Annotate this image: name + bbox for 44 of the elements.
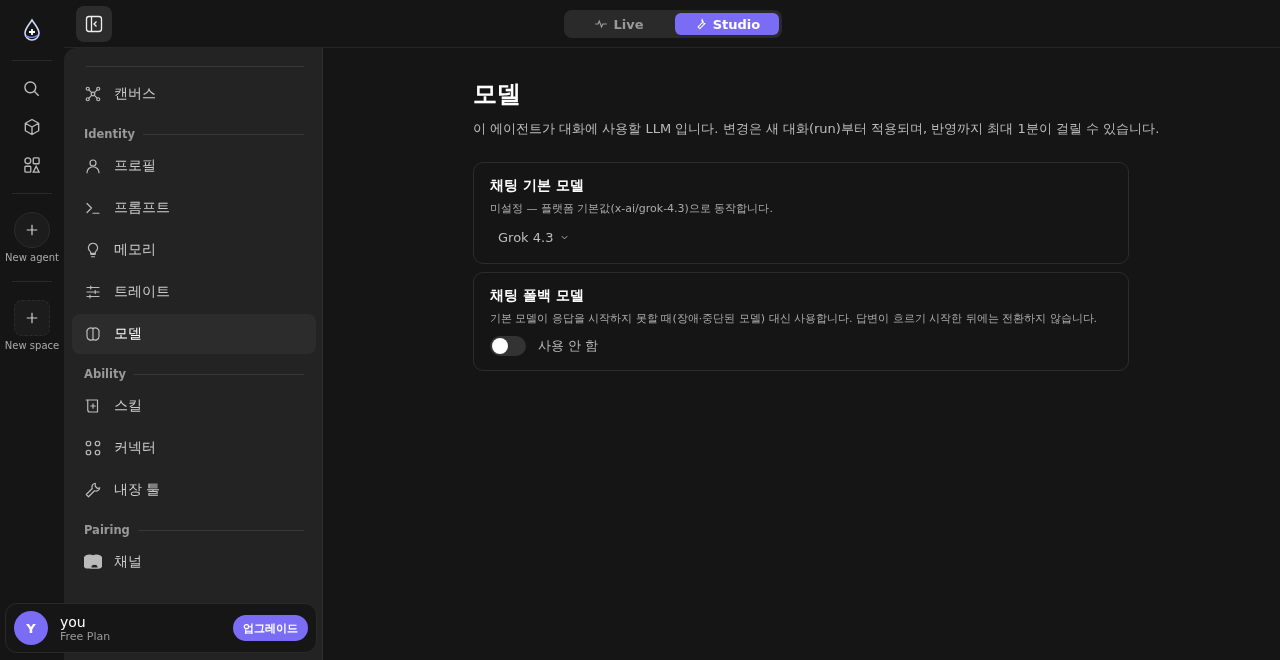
profile-icon [84, 157, 102, 175]
sidebar-item[interactable]: 내장 툴 [72, 470, 316, 510]
toggle-switch[interactable] [490, 336, 526, 356]
user-name: you [60, 613, 87, 630]
sidebar-item[interactable]: 채널 [72, 542, 316, 582]
card-title: 채팅 폴백 모델 [490, 287, 585, 305]
sidebar-item[interactable]: 커넥터 [72, 428, 316, 468]
section-heading: Pairing [84, 523, 130, 537]
rail-label: New space [4, 340, 60, 351]
avatar: Y [14, 611, 48, 645]
card-title: 채팅 기본 모델 [490, 177, 585, 195]
connector-icon [84, 439, 102, 457]
card-description: 미설정 — 플랫폼 기본값(x-ai/grok-4.3)으로 동작합니다. [490, 201, 774, 216]
section-heading: Identity [84, 127, 135, 141]
page-description: 이 에이전트가 대화에 사용할 LLM 입니다. 변경은 새 대화(run)부터 적용되며, 반영까지 최대 1분이 걸릴 수 있습니다. [473, 120, 1161, 138]
add-button[interactable] [14, 300, 50, 336]
upgrade-button[interactable]: 업그레이드 [233, 615, 308, 641]
card-description: 기본 모델이 응답을 시작하지 못할 때(장애·중단된 모델) 대신 사용합니다. 답변이 흐르기 시작한 뒤에는 전환하지 않습니다. [490, 311, 1099, 326]
collapse-sidebar-button[interactable] [76, 5, 112, 42]
sidebar-item[interactable]: 스킬 [72, 386, 316, 426]
model-icon [84, 325, 102, 343]
user-plan: Free Plan [60, 629, 112, 643]
canvas-icon [84, 85, 102, 103]
sidebar-item[interactable]: 트레이트 [72, 272, 316, 312]
page-title: 모델 [473, 79, 522, 110]
mode-tab[interactable]: Studio [675, 13, 779, 35]
sidebar-item[interactable]: 모델 [72, 314, 316, 354]
shapes-icon[interactable] [22, 155, 42, 175]
search-icon[interactable] [22, 79, 42, 99]
pulse-icon [594, 17, 609, 31]
section-heading: Ability [84, 367, 126, 381]
add-button[interactable] [14, 212, 50, 248]
sidebar-item[interactable]: 캔버스 [72, 74, 316, 114]
rail-label: New agent [5, 252, 59, 263]
sidebar-collapse-icon [84, 13, 104, 34]
trait-icon [84, 283, 102, 301]
toggle-label: 사용 안 함 [538, 337, 598, 355]
sidebar-item[interactable]: 프롬프트 [72, 188, 316, 228]
model-dropdown[interactable]: Grok 4.3 [490, 226, 579, 249]
sidebar-item[interactable]: 프로필 [72, 146, 316, 186]
sidebar-item[interactable]: 메모리 [72, 230, 316, 270]
tool-icon [84, 481, 102, 499]
mode-tab[interactable]: Live [567, 13, 671, 35]
cube-icon[interactable] [22, 117, 42, 137]
